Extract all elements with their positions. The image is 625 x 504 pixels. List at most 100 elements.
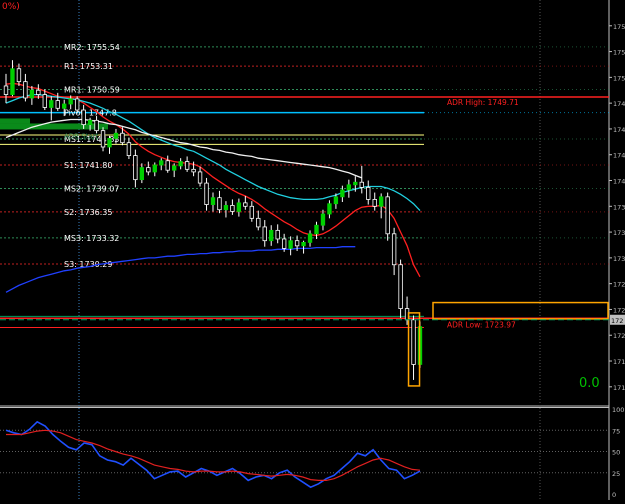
oscillator-tick-label: 75 — [612, 427, 620, 435]
y-tick-label: 1731 — [613, 255, 625, 263]
y-tick-label: 1722 — [613, 332, 625, 340]
candle-body — [204, 182, 209, 205]
adr-high-label: ADR High: 1749.71 — [447, 98, 519, 107]
candle-body — [159, 160, 164, 166]
candle-body — [256, 217, 261, 228]
candle-body — [366, 186, 371, 200]
pivot-label-s2: S2: 1736.35 — [64, 208, 113, 217]
candle-body — [55, 100, 60, 109]
candle-body — [146, 167, 151, 173]
pivot-label-pivot: Pivot: 1747.8 — [64, 109, 117, 118]
candle-body — [191, 168, 196, 173]
title-fragment: 0%) — [2, 2, 20, 12]
y-tick-label: 1752 — [613, 74, 625, 82]
candle-body — [133, 155, 138, 181]
candle-body — [379, 196, 384, 207]
oscillator-tick-label: 50 — [612, 449, 620, 457]
candle-body — [74, 98, 80, 111]
candle-body — [411, 319, 416, 365]
candle-body — [210, 197, 216, 205]
candle-body — [307, 233, 313, 243]
candle-body — [139, 167, 145, 181]
candle-body — [333, 196, 339, 205]
y-tick-label: 1755 — [613, 49, 625, 57]
pivot-label-ms2: MS2: 1739.07 — [64, 185, 119, 194]
candle-body — [320, 213, 326, 226]
oscillator-tick-label: 25 — [612, 470, 620, 478]
candle-body — [120, 132, 125, 144]
candle-body — [294, 240, 300, 247]
candle-body — [16, 68, 22, 83]
candle-body — [42, 94, 47, 108]
chart-svg: MR2: 1755.54 R1: 1753.31 MR1: 1750.59 Pivot… — [0, 0, 625, 500]
candle-body — [243, 202, 248, 207]
candle-body — [49, 100, 54, 108]
candle-body — [236, 202, 242, 212]
candle-body — [398, 264, 403, 309]
pivot-label-mr1: MR1: 1750.59 — [64, 85, 120, 94]
candle-body — [281, 238, 287, 249]
candle-body — [353, 181, 358, 186]
y-tick-label: 1737 — [613, 203, 625, 211]
y-tick-label: 1743 — [613, 152, 625, 160]
candle — [385, 192, 390, 241]
candle-body — [113, 132, 119, 139]
candle-body — [301, 241, 306, 247]
candle-body — [197, 171, 203, 184]
candle-body — [288, 240, 293, 249]
y-tick-label: 1716 — [613, 384, 625, 392]
pivot-label-mr2: MR2: 1755.54 — [64, 43, 120, 52]
candle-body — [223, 205, 229, 211]
adr-start-label: ADR Start — [64, 132, 99, 140]
candle-body — [62, 103, 67, 109]
candle-body — [165, 160, 170, 171]
candle-body — [81, 109, 86, 126]
candle-body — [262, 226, 267, 242]
candle-body — [391, 233, 397, 266]
oscillator-tick-label: 100 — [612, 406, 624, 414]
candle-body — [172, 165, 177, 171]
candle-body — [372, 199, 377, 207]
candle-body — [126, 142, 132, 156]
candle-body — [217, 197, 222, 211]
candle-body — [10, 68, 15, 95]
y-tick-label: 1725 — [613, 306, 625, 314]
candle-body — [94, 119, 99, 132]
candle-body — [230, 205, 235, 212]
candle-body — [346, 184, 352, 191]
y-tick-label: 1740 — [613, 178, 625, 186]
adr-low-label: ADR Low: 1723.97 — [447, 320, 516, 329]
pivot-label-s1: S1: 1741.80 — [64, 161, 113, 170]
y-tick-label: 1746 — [613, 126, 625, 134]
candle-body — [314, 224, 319, 235]
candle-body — [359, 181, 364, 188]
oscillator-tick-label: 0 — [612, 491, 616, 499]
candle-body — [23, 81, 28, 99]
current-price-label: 172 — [611, 317, 623, 325]
candle-body — [107, 137, 112, 148]
candle-body — [269, 229, 274, 242]
pivot-label-r1: R1: 1753.31 — [64, 62, 113, 71]
chart-window: MR2: 1755.54 R1: 1753.31 MR1: 1750.59 Pivot… — [0, 0, 625, 500]
candle-body — [249, 205, 254, 219]
candle-body — [68, 98, 73, 105]
candle-body — [36, 89, 41, 95]
candle-body — [178, 161, 183, 167]
candle-body — [100, 130, 106, 148]
y-tick-label: 1719 — [613, 358, 625, 366]
candle-body — [184, 161, 190, 170]
pivot-label-ms3: MS3: 1733.32 — [64, 234, 119, 243]
candle-body — [275, 229, 280, 240]
candle-body — [29, 89, 35, 99]
y-tick-label: 1758 — [613, 23, 625, 31]
y-tick-label: 1728 — [613, 281, 625, 289]
y-tick-label: 1734 — [613, 229, 625, 237]
adr-start-marker — [0, 118, 30, 124]
y-tick-label: 1749 — [613, 100, 625, 108]
candle-body — [87, 119, 93, 126]
candle-body — [340, 189, 345, 198]
watermark-value: 0.0 — [579, 376, 600, 391]
candle-body — [385, 196, 390, 235]
candle-body — [3, 85, 9, 95]
pivot-label-s3: S3: 1730.29 — [64, 260, 113, 269]
